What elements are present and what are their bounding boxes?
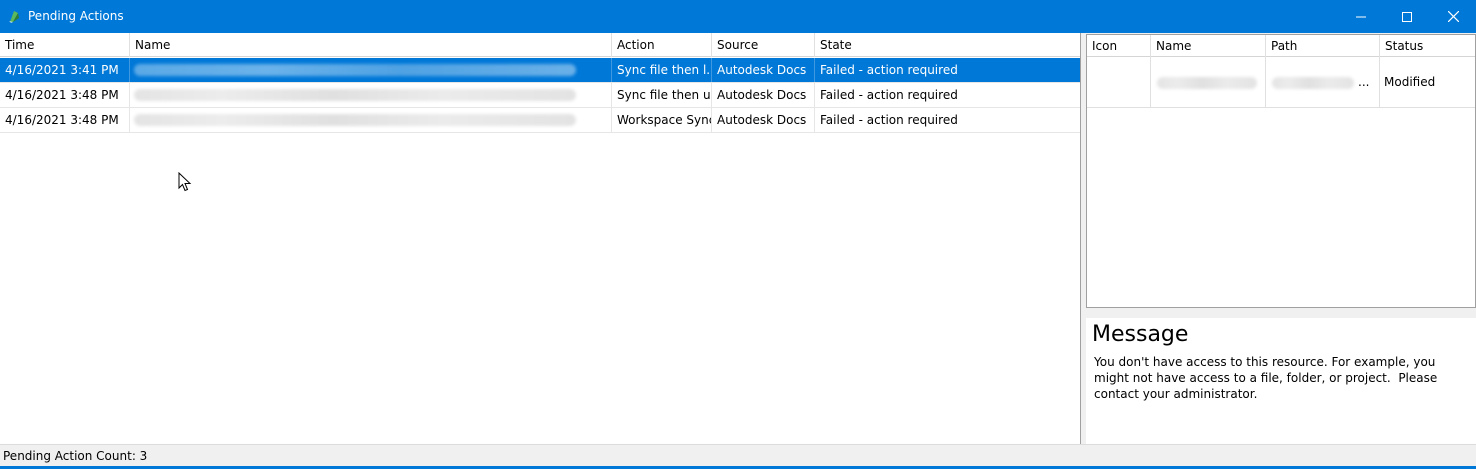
cell-name (1151, 57, 1266, 108)
maximize-icon (1402, 11, 1412, 22)
cell-time: 4/16/2021 3:48 PM (0, 83, 130, 107)
column-header-status[interactable]: Status (1380, 35, 1475, 57)
redacted-name (134, 114, 576, 126)
cell-source: Autodesk Docs (712, 58, 815, 82)
message-body: You don't have access to this resource. … (1094, 355, 1442, 401)
redacted-name (134, 89, 576, 101)
cell-icon (1087, 57, 1151, 108)
maximize-button[interactable] (1384, 0, 1430, 33)
message-panel: Message You don't have access to this re… (1086, 318, 1476, 444)
window-title: Pending Actions (28, 9, 124, 23)
message-title: Message (1092, 322, 1189, 347)
cell-action: Sync file then l... (612, 58, 712, 82)
path-ellipsis: ... (1358, 75, 1370, 89)
cell-path: ... (1266, 57, 1380, 108)
cell-action: Sync file then u... (612, 83, 712, 107)
cell-state: Failed - action required (820, 113, 958, 127)
cell-status: Modified (1384, 75, 1436, 89)
table-row[interactable]: ... Modified (1087, 57, 1475, 108)
column-header-icon[interactable]: Icon (1087, 35, 1151, 57)
table-row[interactable]: 4/16/2021 3:48 PM Sync file then u... Au… (0, 83, 1080, 108)
table-row[interactable]: 4/16/2021 3:48 PM Workspace Sync Autodes… (0, 108, 1080, 133)
mouse-pointer-icon (178, 172, 192, 192)
column-header-path[interactable]: Path (1266, 35, 1380, 57)
cell-name (130, 58, 612, 82)
table-row[interactable]: 4/16/2021 3:41 PM Sync file then l... Au… (0, 58, 1080, 83)
minimize-icon (1356, 16, 1366, 17)
cell-state: Failed - action required (820, 88, 958, 102)
close-button[interactable] (1430, 0, 1476, 33)
cell-source: Autodesk Docs (712, 83, 815, 107)
minimize-button[interactable] (1338, 0, 1384, 33)
column-header-name[interactable]: Name (130, 33, 612, 57)
cell-state: Failed - action required (820, 63, 958, 77)
cell-name (130, 83, 612, 107)
pending-actions-grid[interactable]: Time Name Action Source State 4/16/2021 … (0, 33, 1081, 444)
cell-action: Workspace Sync (612, 108, 712, 132)
cell-time: 4/16/2021 3:41 PM (0, 58, 130, 82)
redacted-name (1157, 77, 1257, 89)
title-bar[interactable]: Pending Actions (0, 0, 1476, 33)
grid-header: Time Name Action Source State (0, 33, 1080, 57)
cell-source: Autodesk Docs (712, 108, 815, 132)
column-header-name[interactable]: Name (1151, 35, 1266, 57)
action-details-grid[interactable]: Icon Name Path Status ... Modified (1086, 34, 1476, 308)
cell-name (130, 108, 612, 132)
pending-action-count: Pending Action Count: 3 (3, 449, 148, 463)
status-bar: Pending Action Count: 3 (0, 444, 1476, 466)
column-header-state[interactable]: State (815, 33, 1080, 57)
column-header-time[interactable]: Time (0, 33, 130, 57)
redacted-path (1272, 77, 1354, 89)
redacted-name (134, 64, 576, 76)
close-icon (1447, 11, 1459, 22)
details-grid-header: Icon Name Path Status (1087, 35, 1475, 57)
cell-time: 4/16/2021 3:48 PM (0, 108, 130, 132)
autodesk-docs-app-icon (9, 11, 19, 23)
column-header-action[interactable]: Action (612, 33, 712, 57)
pending-actions-window: Pending Actions Time Name Action Source … (0, 0, 1476, 469)
column-header-source[interactable]: Source (712, 33, 815, 57)
